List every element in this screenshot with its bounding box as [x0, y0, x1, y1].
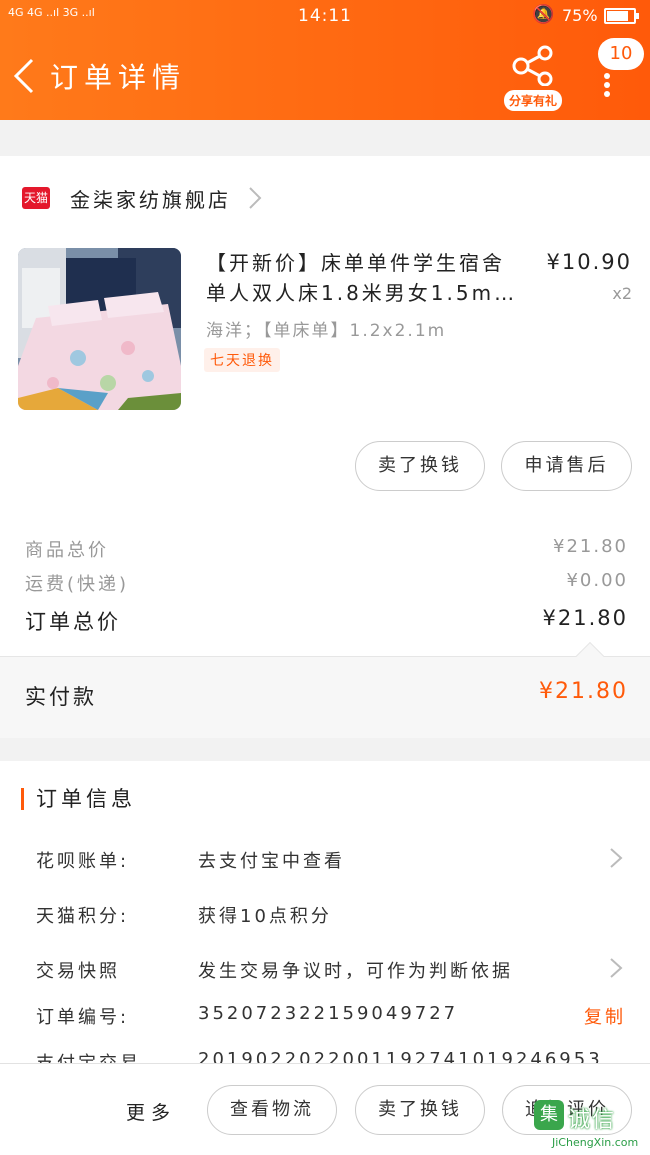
store-name[interactable]: 金柒家纺旗舰店	[70, 184, 231, 213]
tmall-points-row: 天猫积分: 获得10点积分	[0, 894, 650, 934]
order-info-card: 订单信息 花呗账单: 去支付宝中查看 天猫积分: 获得10点积分 交易快照 发生…	[0, 761, 650, 1063]
resell-button[interactable]: 卖了换钱	[355, 441, 485, 491]
watermark-url: JiChengXin.com	[552, 1136, 639, 1149]
shipping-label: 运费(快递)	[25, 574, 130, 595]
order-number-row: 订单编号: 352072322159049727 复制	[0, 995, 650, 1035]
product-title-line2: 单人双人床1.8米男女1.5m…	[206, 281, 518, 305]
info-key: 支付宝交易…	[36, 1049, 162, 1063]
product-price: ¥10.90	[546, 250, 632, 274]
paid-label: 实付款	[25, 685, 97, 709]
product-spec: 海洋；【单床单】1.2x2.1m	[206, 321, 447, 341]
info-key: 花呗账单:	[36, 851, 130, 872]
product-title[interactable]: 【开新价】床单单件学生宿舍 单人双人床1.8米男女1.5m…	[206, 248, 536, 308]
section-accent-bar	[21, 788, 24, 810]
alipay-trade-number: 2019022022001192741019246953	[198, 1049, 603, 1063]
more-menu-icon[interactable]	[601, 70, 613, 97]
back-arrow-icon[interactable]	[12, 58, 36, 94]
order-total-value: ¥21.80	[542, 606, 628, 630]
order-total-label: 订单总价	[25, 610, 121, 634]
paid-value: ¥21.80	[539, 679, 628, 704]
bell-muted-icon: 🔕	[532, 4, 555, 25]
copy-button[interactable]: 复制	[584, 1003, 626, 1029]
tmall-logo: 天猫	[22, 187, 50, 209]
trade-snapshot-row[interactable]: 交易快照 发生交易争议时，可作为判断依据	[0, 949, 650, 989]
chevron-right-icon[interactable]	[246, 186, 264, 210]
after-sales-button[interactable]: 申请售后	[501, 441, 632, 491]
view-logistics-button[interactable]: 查看物流	[207, 1085, 337, 1135]
header: 4G 4G ..ıl 3G ..ıl 14:11 🔕 75% 订单详情 分享有礼…	[0, 0, 650, 120]
return-policy-tag: 七天退换	[204, 348, 280, 372]
shipping-value: ¥0.00	[566, 570, 628, 591]
watermark: 集 诚信 JiChengXin.com	[534, 1100, 650, 1155]
product-image[interactable]	[18, 248, 181, 410]
info-value: 发生交易争议时，可作为判断依据	[198, 961, 513, 982]
product-title-line1: 【开新价】床单单件学生宿舍	[206, 251, 505, 275]
chevron-right-icon	[610, 848, 623, 868]
product-quantity: x2	[612, 284, 632, 303]
goods-total-label: 商品总价	[25, 540, 109, 561]
message-count-badge[interactable]: 10	[598, 38, 644, 70]
info-value: 去支付宝中查看	[198, 851, 345, 872]
store-card: 天猫 金柒家纺旗舰店 【开新价】床单单件学生宿舍 单人双人床1.8米男女1.5m…	[0, 156, 650, 496]
share-button[interactable]: 分享有礼	[500, 44, 566, 111]
order-info-title: 订单信息	[36, 787, 136, 811]
info-key: 订单编号:	[36, 1007, 130, 1028]
info-key: 交易快照	[36, 961, 120, 982]
share-icon	[512, 45, 553, 87]
status-bar: 4G 4G ..ıl 3G ..ıl 14:11 🔕 75%	[0, 0, 650, 34]
watermark-text: 诚信	[568, 1108, 617, 1133]
price-summary: 商品总价 ¥21.80 运费(快递) ¥0.00 订单总价 ¥21.80	[0, 496, 650, 656]
chevron-right-icon	[610, 958, 623, 978]
order-number-value: 352072322159049727	[198, 1003, 459, 1024]
info-value: 获得10点积分	[198, 906, 332, 927]
battery-icon	[604, 8, 639, 24]
watermark-logo: 集	[534, 1100, 564, 1130]
info-key: 天猫积分:	[36, 906, 130, 927]
more-button[interactable]: 更多	[126, 1098, 176, 1125]
share-label: 分享有礼	[503, 90, 562, 111]
resell-button[interactable]: 卖了换钱	[355, 1085, 485, 1135]
page-title: 订单详情	[50, 61, 187, 94]
status-time: 14:11	[298, 6, 352, 26]
huabei-bill-row[interactable]: 花呗账单: 去支付宝中查看	[0, 839, 650, 879]
signal-indicator: 4G 4G ..ıl 3G ..ıl	[8, 6, 95, 19]
goods-total-value: ¥21.80	[553, 536, 628, 557]
paid-amount-row: 实付款 ¥21.80	[0, 656, 650, 738]
alipay-trade-row: 支付宝交易… 2019022022001192741019246953	[0, 1041, 650, 1063]
battery-fill	[607, 11, 628, 21]
battery-percent: 75%	[562, 6, 598, 25]
